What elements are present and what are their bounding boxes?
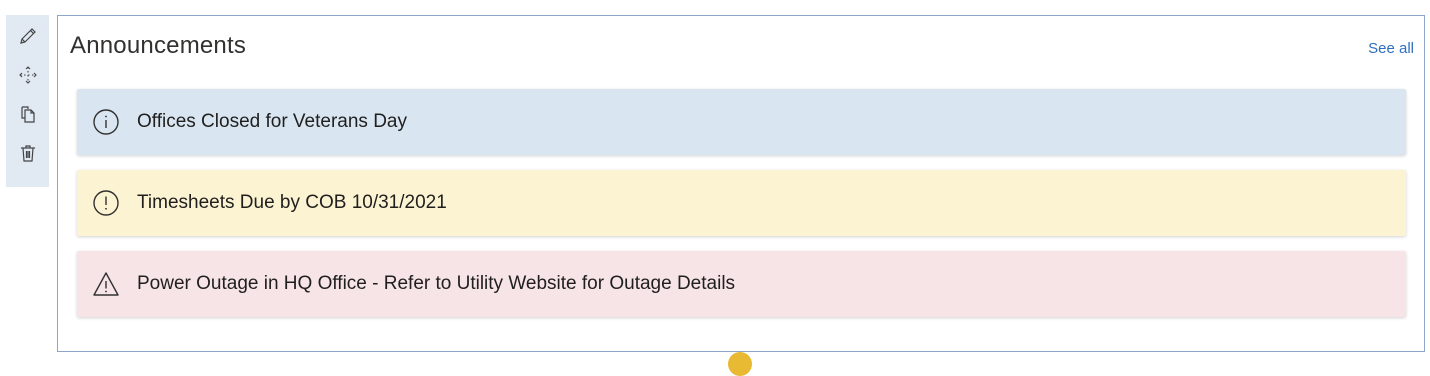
- move-icon: [18, 66, 37, 84]
- info-icon: [91, 107, 121, 137]
- announcement-item[interactable]: Timesheets Due by COB 10/31/2021: [77, 170, 1406, 236]
- announcement-item[interactable]: Offices Closed for Veterans Day: [77, 89, 1406, 155]
- webpart-toolbar: [6, 15, 49, 187]
- pencil-icon: [19, 28, 36, 44]
- warning-triangle-icon: [91, 269, 121, 299]
- trash-icon: [20, 145, 35, 162]
- add-section-handle[interactable]: [728, 352, 752, 376]
- move-webpart-button[interactable]: [13, 60, 43, 90]
- announcements-webpart: Announcements See all Offices Closed for…: [57, 15, 1425, 352]
- announcement-item[interactable]: Power Outage in HQ Office - Refer to Uti…: [77, 251, 1406, 317]
- copy-icon: [20, 106, 35, 123]
- delete-webpart-button[interactable]: [13, 138, 43, 168]
- exclamation-circle-icon: [91, 188, 121, 218]
- announcement-text: Offices Closed for Veterans Day: [137, 111, 407, 132]
- see-all-link[interactable]: See all: [1368, 40, 1414, 57]
- announcement-text: Timesheets Due by COB 10/31/2021: [137, 192, 447, 213]
- webpart-title: Announcements: [70, 32, 247, 59]
- duplicate-webpart-button[interactable]: [13, 99, 43, 129]
- edit-webpart-button[interactable]: [13, 21, 43, 51]
- announcement-text: Power Outage in HQ Office - Refer to Uti…: [137, 273, 736, 294]
